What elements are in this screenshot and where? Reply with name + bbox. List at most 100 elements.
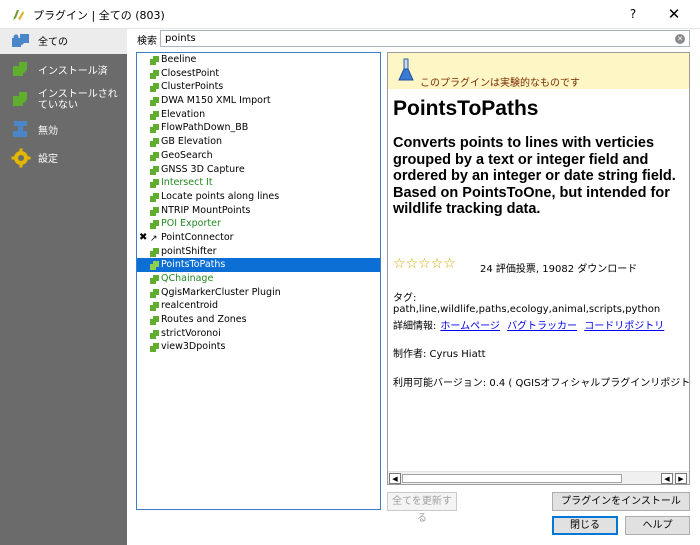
puzzle-installed-icon bbox=[13, 62, 27, 76]
plugin-row[interactable]: Locate points along lines bbox=[137, 190, 380, 204]
votes-text: 24 評価投票, 19082 ダウンロード bbox=[480, 264, 638, 275]
plugin-row[interactable]: pointShifter bbox=[137, 245, 380, 259]
plugin-row[interactable]: ClusterPoints bbox=[137, 80, 380, 94]
plugin-row[interactable]: GB Elevation bbox=[137, 135, 380, 149]
tags-value: path,line,wildlife,paths,ecology,animal,… bbox=[393, 304, 661, 315]
plugin-name: ClusterPoints bbox=[161, 81, 224, 93]
plugin-name: GeoSearch bbox=[161, 149, 213, 161]
plugin-row[interactable]: NTRIP MountPoints bbox=[137, 204, 380, 218]
plugin-row[interactable]: Intersect It bbox=[137, 176, 380, 190]
plugin-row[interactable]: realcentroid bbox=[137, 299, 380, 313]
plugin-row[interactable]: FlowPathDown_BB bbox=[137, 121, 380, 135]
plugin-puzzle-icon bbox=[150, 165, 159, 175]
plugin-row[interactable]: GNSS 3D Capture bbox=[137, 163, 380, 177]
scroll-left-icon[interactable]: ◀ bbox=[389, 473, 401, 484]
plugin-puzzle-icon bbox=[150, 124, 159, 134]
bug-tracker-link[interactable]: バグトラッカー bbox=[507, 321, 577, 332]
scroll-left-icon-2[interactable]: ◀ bbox=[661, 473, 673, 484]
plugin-name: pointShifter bbox=[161, 245, 217, 257]
star-icon: ☆ bbox=[443, 256, 456, 272]
plugin-puzzle-icon bbox=[150, 275, 159, 284]
puzzle-not-installed-icon bbox=[13, 92, 27, 106]
homepage-link[interactable]: ホームページ bbox=[440, 321, 500, 332]
plugin-name: POI Exporter bbox=[161, 218, 221, 230]
sidebar-item-settings[interactable]: 設定 bbox=[0, 146, 127, 172]
qgis-logo-icon bbox=[13, 10, 24, 20]
star-icon: ☆ bbox=[393, 256, 406, 272]
plugin-name: view3Dpoints bbox=[161, 341, 226, 353]
puzzle-upgradeable-icon bbox=[13, 121, 27, 137]
plugin-row[interactable]: ClosestPoint bbox=[137, 67, 380, 81]
version-text: 利用可能バージョン: 0.4 ( QGISオフィシャルプラグインリポジトリ内 ) bbox=[393, 378, 690, 389]
plugin-detail-panel: このプラグインは実験的なものです PointsToPaths Converts … bbox=[387, 52, 690, 485]
plugin-name: GB Elevation bbox=[161, 136, 223, 148]
plugin-name: QgisMarkerCluster Plugin bbox=[161, 286, 281, 298]
plugin-row[interactable]: view3Dpoints bbox=[137, 340, 380, 354]
horizontal-scrollbar[interactable]: ◀ ◀ ▶ bbox=[388, 471, 689, 484]
plugin-puzzle-icon bbox=[150, 179, 159, 189]
plugin-name: FlowPathDown_BB bbox=[161, 122, 249, 134]
help-title-button[interactable]: ? bbox=[618, 2, 648, 26]
plugin-puzzle-icon bbox=[150, 110, 159, 120]
sidebar-item-not-installed[interactable]: インストールされていない bbox=[0, 86, 127, 114]
sidebar-item-label: インストール済 bbox=[38, 66, 108, 77]
plugin-puzzle-icon bbox=[150, 69, 159, 79]
plugin-row[interactable]: Routes and Zones bbox=[137, 313, 380, 327]
scroll-right-icon[interactable]: ▶ bbox=[675, 473, 687, 484]
sidebar-item-label: 設定 bbox=[38, 154, 58, 165]
plugin-puzzle-icon bbox=[150, 316, 159, 326]
experimental-notice: このプラグインは実験的なものです bbox=[388, 53, 689, 89]
plugin-list[interactable]: Beeline ClosestPoint ClusterPoints DWA M150… bbox=[136, 52, 381, 510]
plugin-row[interactable]: PointsToPaths bbox=[137, 258, 380, 272]
plugin-name: DWA M150 XML Import bbox=[161, 95, 271, 107]
sidebar-item-all[interactable]: 全ての bbox=[0, 29, 127, 54]
search-input[interactable]: points ✕ bbox=[160, 30, 690, 47]
plugin-puzzle-icon bbox=[150, 329, 159, 339]
plugin-name: GNSS 3D Capture bbox=[161, 163, 245, 175]
flask-icon bbox=[398, 58, 414, 81]
plugin-name: PointsToPaths bbox=[161, 259, 226, 271]
plugin-row[interactable]: strictVoronoi bbox=[137, 327, 380, 341]
author-text: 制作者: Cyrus Hiatt bbox=[393, 349, 486, 360]
plugin-name: QChainage bbox=[161, 273, 214, 284]
close-button[interactable]: 閉じる bbox=[552, 516, 618, 535]
upgrade-all-button[interactable]: 全てを更新する bbox=[387, 492, 457, 524]
plugin-name: Locate points along lines bbox=[161, 190, 280, 202]
window-title: プラグイン | 全ての (803) bbox=[33, 9, 165, 22]
plugin-puzzle-icon bbox=[150, 151, 159, 161]
help-button[interactable]: ヘルプ bbox=[625, 516, 690, 535]
plugin-puzzle-icon bbox=[150, 56, 159, 65]
plugin-title: PointsToPaths bbox=[393, 97, 539, 120]
experimental-notice-text: このプラグインは実験的なものです bbox=[420, 78, 580, 89]
plugin-puzzle-icon bbox=[150, 138, 159, 148]
install-plugin-button[interactable]: プラグインをインストール bbox=[552, 492, 690, 511]
sidebar-item-label: インストールされていない bbox=[38, 89, 118, 111]
plugin-name: Elevation bbox=[161, 108, 206, 120]
more-info-label: 詳細情報: bbox=[393, 321, 437, 332]
search-label: 検索 bbox=[137, 36, 157, 47]
plugin-puzzle-icon bbox=[150, 192, 159, 202]
star-icon: ☆ bbox=[405, 256, 419, 272]
sidebar-item-upgradeable[interactable]: 無効 bbox=[0, 118, 127, 142]
plugin-row[interactable]: POI Exporter bbox=[137, 217, 380, 231]
plugin-name: NTRIP MountPoints bbox=[161, 204, 251, 216]
close-window-button[interactable]: ✕ bbox=[656, 2, 692, 26]
plugin-row[interactable]: GeoSearch bbox=[137, 149, 380, 163]
plugin-row[interactable]: QChainage bbox=[137, 272, 380, 286]
plugin-name: Routes and Zones bbox=[161, 314, 247, 326]
plugin-name: PointConnector bbox=[161, 231, 234, 243]
star-icon: ☆ bbox=[418, 256, 431, 272]
plugin-puzzle-icon bbox=[150, 83, 159, 93]
plugin-row[interactable]: ✖ ↗ PointConnector bbox=[137, 231, 380, 245]
rating-stars: ☆☆☆☆☆ bbox=[393, 257, 456, 271]
scrollbar-thumb[interactable] bbox=[402, 474, 622, 483]
sidebar-item-label: 無効 bbox=[38, 126, 58, 137]
plugin-name: Intersect It bbox=[161, 177, 213, 189]
plugin-row[interactable]: Elevation bbox=[137, 108, 380, 122]
plugin-row[interactable]: QgisMarkerCluster Plugin bbox=[137, 286, 380, 300]
code-repository-link[interactable]: コードリポジトリ bbox=[584, 321, 664, 332]
clear-search-icon[interactable]: ✕ bbox=[675, 34, 685, 44]
plugin-row[interactable]: DWA M150 XML Import bbox=[137, 94, 380, 108]
sidebar-item-installed[interactable]: インストール済 bbox=[0, 59, 127, 81]
plugin-row[interactable]: Beeline bbox=[137, 53, 380, 67]
